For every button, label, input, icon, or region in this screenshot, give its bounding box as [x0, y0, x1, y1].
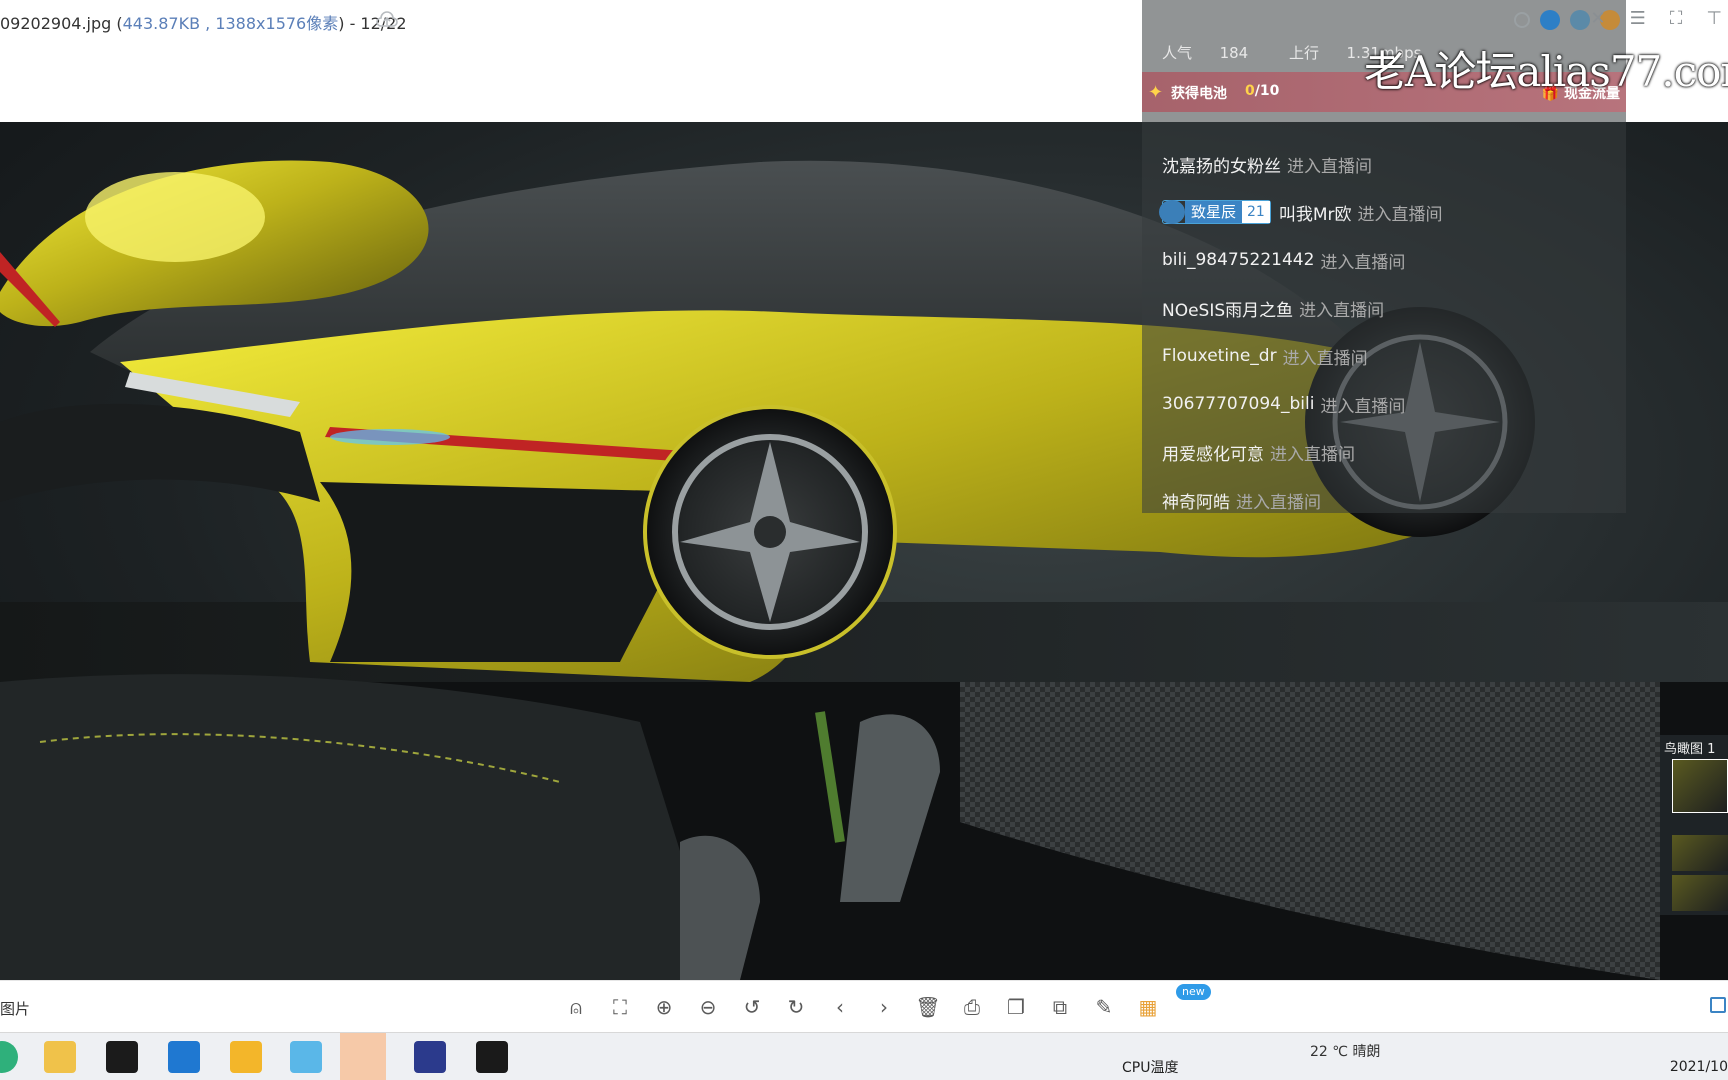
- chat-action: 进入直播间: [1357, 204, 1443, 225]
- rotate-left-icon[interactable]: ↺: [738, 993, 766, 1021]
- popularity-value: 184: [1219, 44, 1249, 62]
- window-controls: ✕ ☰ ⛶ ⊤: [1590, 8, 1728, 29]
- edge-icon[interactable]: [0, 1041, 18, 1073]
- screen: 09202904.jpg (443.87KB , 1388x1576像素) - …: [0, 0, 1728, 1080]
- status-icon[interactable]: [1570, 10, 1590, 30]
- chat-action: 进入直播间: [1320, 252, 1406, 273]
- battery-count-current: 0: [1245, 83, 1255, 99]
- new-badge: new: [1176, 984, 1211, 1000]
- live-app-taskbar-icon[interactable]: [290, 1041, 322, 1073]
- active-app-highlight[interactable]: [340, 1033, 386, 1080]
- chat-action: 进入直播间: [1299, 300, 1385, 321]
- fan-medal[interactable]: 致星辰 21: [1159, 200, 1271, 224]
- battery-count: 0/10: [1245, 83, 1279, 99]
- chat-entry: 致星辰 21 叫我Mr欧 进入直播间: [1159, 188, 1622, 236]
- upload-label: 上行: [1288, 44, 1319, 62]
- image-info-icon[interactable]: [1710, 997, 1726, 1013]
- clock-date[interactable]: 2021/10: [1670, 1059, 1728, 1075]
- record-app-icon[interactable]: [476, 1041, 508, 1073]
- settings-icon[interactable]: [1514, 12, 1530, 28]
- file-explorer-icon[interactable]: [44, 1041, 76, 1073]
- fullscreen-icon[interactable]: ⛶: [1670, 8, 1683, 29]
- cloud-upload-icon[interactable]: [375, 10, 399, 30]
- battery-count-total: /10: [1254, 83, 1280, 99]
- birdseye-label: 鸟瞰图 1: [1664, 742, 1716, 757]
- chat-list: 沈嘉扬的女粉丝 进入直播间 致星辰 21 叫我Mr欧 进入直播间 bili_98…: [1159, 140, 1622, 524]
- watermark: 老A论坛alias77.com: [1364, 47, 1728, 96]
- file-size-info: 443.87KB , 1388x1576像素: [122, 14, 339, 33]
- birdseye-thumb[interactable]: [1672, 875, 1728, 911]
- chat-action: 进入直播间: [1287, 156, 1372, 177]
- birdseye-thumb[interactable]: [1672, 835, 1728, 871]
- cpu-temperature[interactable]: CPU温度: [1122, 1057, 1178, 1077]
- chat-entry: 30677707094_bili 进入直播间: [1162, 380, 1622, 428]
- medal-name: 致星辰: [1185, 201, 1243, 223]
- popularity: 人气 184: [1162, 44, 1266, 62]
- print-icon[interactable]: ⎙: [958, 993, 986, 1021]
- chat-action: 进入直播间: [1236, 492, 1321, 513]
- chat-user[interactable]: 30677707094_bili: [1162, 394, 1314, 414]
- x-app-icon[interactable]: [414, 1041, 446, 1073]
- taskbar: CPU温度 22 ℃ 晴朗 2021/10: [0, 1032, 1728, 1080]
- birdseye-thumb-current[interactable]: [1672, 759, 1728, 813]
- rotate-right-icon[interactable]: ↻: [782, 993, 810, 1021]
- chat-user[interactable]: 叫我Mr欧: [1279, 200, 1352, 225]
- mail-icon[interactable]: [168, 1041, 200, 1073]
- chat-action: 进入直播间: [1320, 396, 1406, 417]
- skull-app-icon[interactable]: [106, 1041, 138, 1073]
- file-info: 09202904.jpg (443.87KB , 1388x1576像素) - …: [0, 10, 407, 34]
- font-app-icon[interactable]: [230, 1041, 262, 1073]
- close-icon[interactable]: ✕: [1590, 8, 1605, 29]
- fit-screen-icon[interactable]: ⛶: [606, 993, 634, 1021]
- chat-action: 进入直播间: [1282, 348, 1368, 369]
- zoom-out-icon[interactable]: ⊖: [694, 993, 722, 1021]
- pin-icon[interactable]: ⊤: [1706, 8, 1722, 29]
- chat-entry: Flouxetine_dr 进入直播间: [1162, 332, 1622, 380]
- chat-user[interactable]: 用爱感化可意: [1162, 440, 1264, 465]
- mouse-mode-icon[interactable]: ⍝: [562, 993, 590, 1021]
- chat-entry: 沈嘉扬的女粉丝 进入直播间: [1162, 140, 1622, 188]
- weather-widget[interactable]: 22 ℃ 晴朗: [1310, 1041, 1380, 1061]
- copy-icon[interactable]: ❐: [1002, 993, 1030, 1021]
- file-name: 09202904.jpg (: [0, 14, 123, 33]
- next-icon[interactable]: ›: [870, 993, 898, 1021]
- crop-icon[interactable]: ⧉: [1046, 993, 1074, 1021]
- chat-entry: bili_98475221442 进入直播间: [1162, 236, 1622, 284]
- zoom-in-icon[interactable]: ⊕: [650, 993, 678, 1021]
- birdseye-panel[interactable]: 鸟瞰图 1: [1660, 735, 1728, 915]
- viewer-toolbar: 图片 ⍝ ⛶ ⊕ ⊖ ↺ ↻ ‹ › 🗑 ⎙ ❐ ⧉ ✎ ▦ new: [0, 980, 1728, 1032]
- live-app-icon[interactable]: [1540, 10, 1560, 30]
- chat-user[interactable]: 沈嘉扬的女粉丝: [1162, 152, 1281, 177]
- edit-icon[interactable]: ✎: [1090, 993, 1118, 1021]
- medal-level: 21: [1242, 201, 1270, 223]
- previous-icon[interactable]: ‹: [826, 993, 854, 1021]
- menu-icon[interactable]: ☰: [1630, 8, 1646, 29]
- chat-user[interactable]: Flouxetine_dr: [1162, 346, 1277, 366]
- chat-entry: NOeSIS雨月之鱼 进入直播间: [1162, 284, 1622, 332]
- chat-user[interactable]: bili_98475221442: [1162, 250, 1314, 270]
- chat-user[interactable]: NOeSIS雨月之鱼: [1162, 296, 1293, 321]
- toolbar-buttons: ⍝ ⛶ ⊕ ⊖ ↺ ↻ ‹ › 🗑 ⎙ ❐ ⧉ ✎ ▦: [562, 993, 1162, 1021]
- toolbar-label: 图片: [0, 1000, 31, 1018]
- medal-anchor-icon: [1159, 200, 1185, 224]
- sparkle-icon: ✦: [1148, 82, 1164, 103]
- popularity-label: 人气: [1162, 44, 1193, 62]
- apps-icon[interactable]: ▦: [1134, 993, 1162, 1021]
- battery-label: 获得电池: [1171, 86, 1227, 102]
- delete-icon[interactable]: 🗑: [914, 993, 942, 1021]
- chat-entry: 用爱感化可意 进入直播间: [1162, 428, 1622, 476]
- chat-entry: 神奇阿皓 进入直播间: [1162, 476, 1622, 524]
- chat-user[interactable]: 神奇阿皓: [1162, 488, 1230, 513]
- chat-action: 进入直播间: [1270, 444, 1355, 465]
